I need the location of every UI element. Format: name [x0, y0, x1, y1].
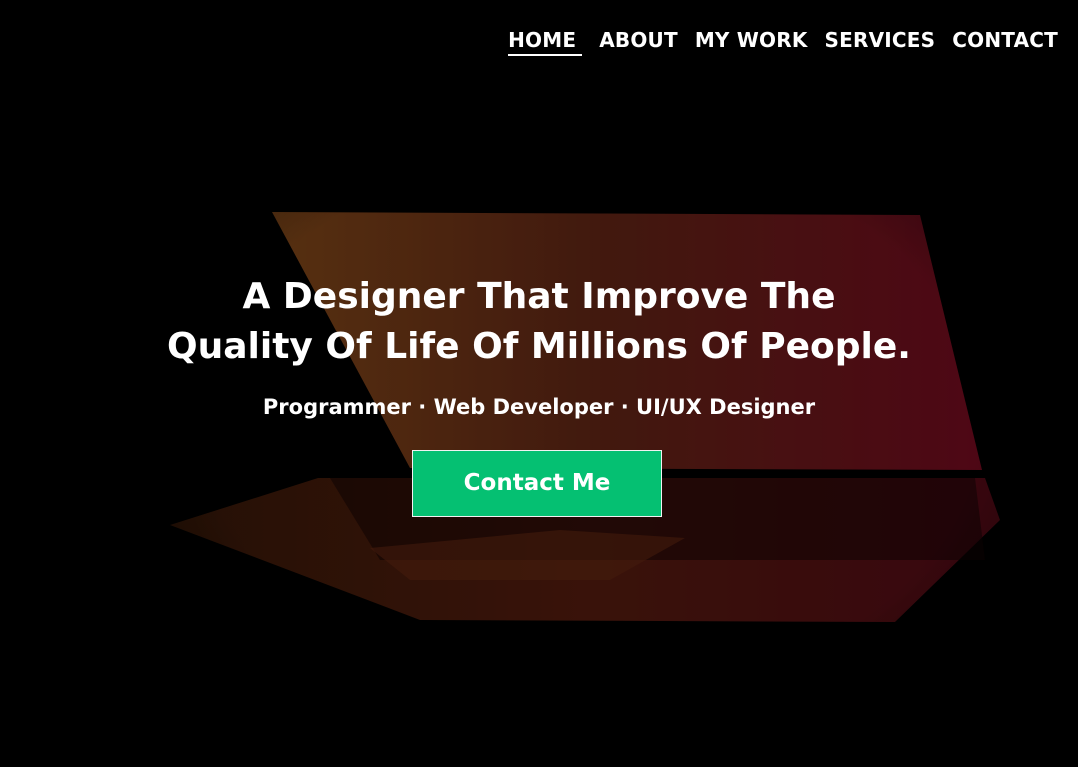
contact-me-button[interactable]: Contact Me [412, 450, 662, 517]
hero-headline: A Designer That Improve The Quality Of L… [0, 272, 1078, 372]
hero-headline-line-1: A Designer That Improve The [242, 276, 836, 317]
hero-tagline: Programmer · Web Developer · UI/UX Desig… [262, 395, 816, 419]
main-navigation: HOME ABOUT MY WORK SERVICES CONTACT [491, 26, 1058, 56]
nav-link-contact[interactable]: CONTACT [952, 26, 1058, 56]
laptop-background-image [0, 0, 1078, 767]
nav-link-my-work[interactable]: MY WORK [695, 26, 808, 56]
nav-link-home[interactable]: HOME [508, 26, 583, 56]
hero-section: HOME ABOUT MY WORK SERVICES CONTACT A De… [0, 0, 1078, 767]
nav-link-services[interactable]: SERVICES [825, 26, 936, 56]
hero-headline-line-2: Quality Of Life Of Millions Of People. [167, 326, 911, 367]
nav-link-about[interactable]: ABOUT [599, 26, 678, 56]
